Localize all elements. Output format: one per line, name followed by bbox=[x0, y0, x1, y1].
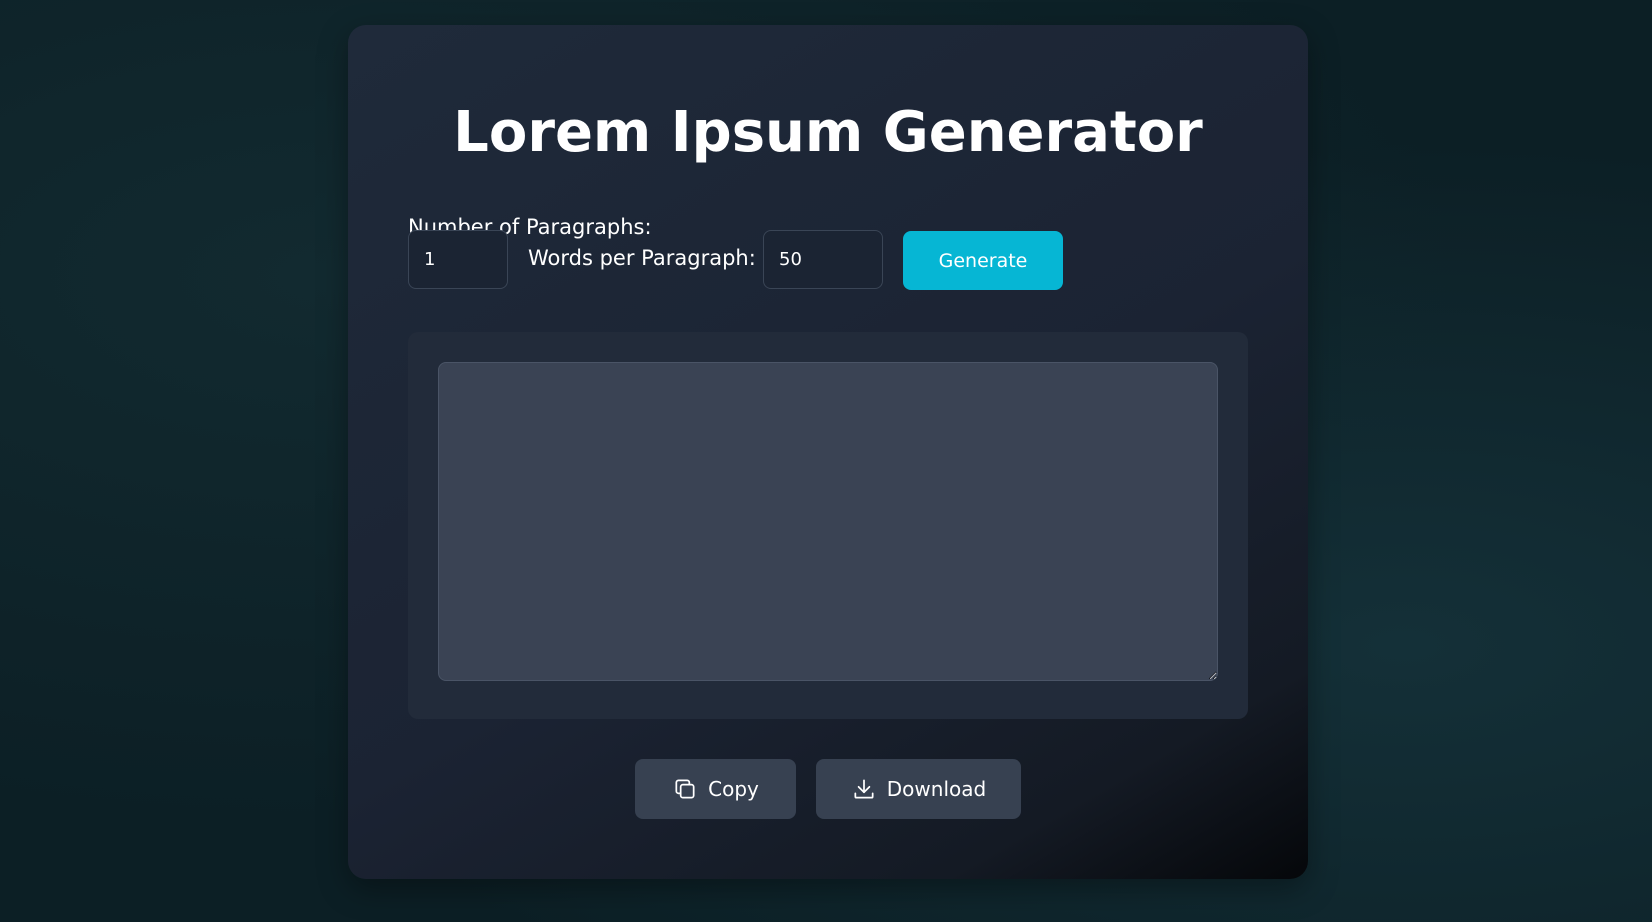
words-label: Words per Paragraph: bbox=[528, 246, 756, 270]
page-title: Lorem Ipsum Generator bbox=[453, 100, 1203, 165]
generate-button[interactable]: Generate bbox=[903, 231, 1063, 290]
generator-card: Lorem Ipsum Generator Number of Paragrap… bbox=[348, 25, 1308, 879]
paragraphs-input[interactable] bbox=[408, 230, 508, 289]
copy-icon bbox=[672, 776, 698, 802]
output-panel bbox=[408, 332, 1248, 719]
words-input[interactable] bbox=[763, 230, 883, 289]
download-label: Download bbox=[886, 777, 987, 801]
download-icon bbox=[851, 776, 877, 802]
copy-button[interactable]: Copy bbox=[635, 759, 796, 819]
download-button[interactable]: Download bbox=[816, 759, 1021, 819]
output-textarea[interactable] bbox=[438, 362, 1218, 681]
copy-label: Copy bbox=[708, 777, 759, 801]
